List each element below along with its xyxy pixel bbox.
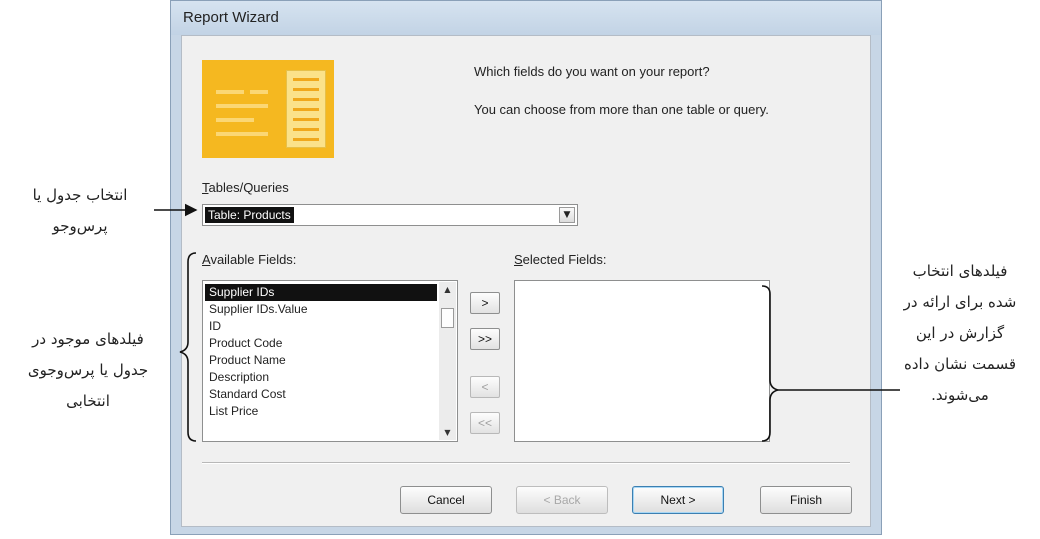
- list-item[interactable]: Supplier IDs.Value: [205, 301, 437, 318]
- scroll-down-icon[interactable]: ▼: [439, 425, 456, 440]
- next-button[interactable]: Next >: [632, 486, 724, 514]
- list-item[interactable]: Standard Cost: [205, 386, 437, 403]
- selected-fields-list[interactable]: [514, 280, 770, 442]
- tables-queries-combobox[interactable]: Table: Products ▼: [202, 204, 578, 226]
- list-item[interactable]: Supplier IDs: [205, 284, 437, 301]
- list-item[interactable]: Description: [205, 369, 437, 386]
- tables-queries-value: Table: Products: [205, 207, 294, 223]
- list-item[interactable]: ID: [205, 318, 437, 335]
- annotation-tables-queries: انتخاب جدول یا پرس‌وجو: [32, 186, 128, 235]
- annotation-selected-fields: فیلدهای انتخاب شده برای ارائه در گزارش د…: [903, 262, 1017, 404]
- finish-button[interactable]: Finish: [760, 486, 852, 514]
- wizard-question: Which fields do you want on your report?: [474, 64, 710, 79]
- remove-all-fields-button[interactable]: <<: [470, 412, 500, 434]
- cancel-button[interactable]: Cancel: [400, 486, 492, 514]
- remove-field-button[interactable]: <: [470, 376, 500, 398]
- report-wizard-window: Report Wizard Which fields do you want o…: [170, 0, 882, 535]
- scrollbar-thumb[interactable]: [441, 308, 454, 328]
- add-field-button[interactable]: >: [470, 292, 500, 314]
- add-all-fields-button[interactable]: >>: [470, 328, 500, 350]
- list-item[interactable]: Product Name: [205, 352, 437, 369]
- list-item[interactable]: List Price: [205, 403, 437, 420]
- report-page-icon: [286, 70, 326, 148]
- available-fields-list[interactable]: Supplier IDs Supplier IDs.Value ID Produ…: [202, 280, 458, 442]
- chevron-down-icon[interactable]: ▼: [559, 207, 575, 223]
- selected-fields-label: Selected Fields:: [514, 252, 607, 267]
- list-item[interactable]: Product Code: [205, 335, 437, 352]
- available-fields-label: Available Fields:: [202, 252, 297, 267]
- divider: [202, 462, 850, 464]
- tables-queries-label: Tables/Queries: [202, 180, 289, 195]
- back-button[interactable]: < Back: [516, 486, 608, 514]
- window-title: Report Wizard: [183, 9, 279, 26]
- wizard-content: Which fields do you want on your report?…: [181, 35, 871, 527]
- wizard-hint: You can choose from more than one table …: [474, 102, 769, 117]
- scroll-up-icon[interactable]: ▲: [439, 282, 456, 297]
- annotation-available-fields: فیلدهای موجود در جدول یا پرس‌وجوی انتخاب…: [27, 330, 149, 410]
- title-bar[interactable]: Report Wizard: [171, 1, 881, 35]
- available-fields-scrollbar[interactable]: ▲ ▼: [439, 282, 456, 440]
- wizard-illustration: [202, 60, 334, 158]
